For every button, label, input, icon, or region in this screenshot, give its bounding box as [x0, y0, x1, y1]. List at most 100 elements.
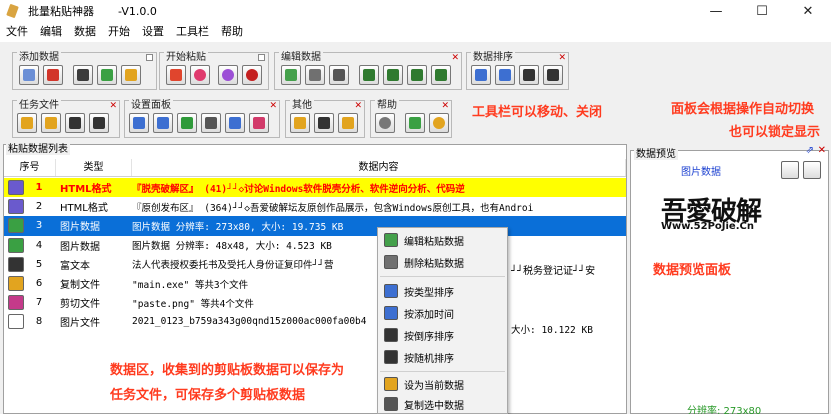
- copy-selected-button[interactable]: [314, 113, 334, 133]
- panel-close-button[interactable]: [249, 113, 269, 133]
- settings-gear-button[interactable]: [375, 113, 395, 133]
- ctx-label: 按类型排序: [404, 287, 454, 299]
- toolbar-close-icon[interactable]: ✕: [109, 101, 117, 111]
- toolbar-close-icon[interactable]: ✕: [441, 101, 449, 111]
- menu-file[interactable]: 文件: [0, 22, 34, 42]
- paste-clipboard-button[interactable]: [338, 113, 358, 133]
- preview-close-icon[interactable]: ✕: [818, 145, 826, 156]
- add-file-button[interactable]: [121, 65, 141, 85]
- move-top-button[interactable]: [359, 65, 379, 85]
- ctx-set-current-item[interactable]: 设为当前数据: [378, 374, 507, 394]
- paste-run-button[interactable]: [166, 65, 186, 85]
- panel-search-button[interactable]: [129, 113, 149, 133]
- row-no: 5: [35, 258, 43, 270]
- clean-button[interactable]: [329, 65, 349, 85]
- menu-start[interactable]: 开始: [102, 22, 136, 42]
- window-title: 批量粘贴神器: [28, 5, 94, 18]
- panel-window-button[interactable]: [201, 113, 221, 133]
- sort-random-button[interactable]: [543, 65, 563, 85]
- add-text-button[interactable]: [73, 65, 93, 85]
- toolbar-task-file-title: 任务文件: [17, 100, 61, 112]
- header-type[interactable]: 类型: [56, 159, 132, 176]
- maximize-button[interactable]: ☐: [739, 0, 785, 22]
- open-task-button[interactable]: [41, 113, 61, 133]
- delete-button[interactable]: [305, 65, 325, 85]
- save-task-button[interactable]: [65, 113, 85, 133]
- ctx-copy-selected-item[interactable]: 复制选中数据: [378, 394, 507, 414]
- table-row[interactable]: 1 HTML格式 『脱壳破解区』 (41)┘┘◇讨论Windows软件脱壳分析、…: [4, 178, 626, 198]
- row-no: 4: [35, 239, 43, 251]
- row-content: 法人代表授权委托书及受托人身份证复印件┘┘营: [132, 260, 334, 272]
- pin-icon[interactable]: ⇗: [806, 145, 814, 156]
- ctx-sort-random-item[interactable]: 按随机排序: [378, 347, 507, 367]
- menu-toolbar[interactable]: 工具栏: [170, 22, 215, 42]
- feedback-button[interactable]: [429, 113, 449, 133]
- row-content: 图片数据 分辨率: 273x80, 大小: 19.735 KB: [132, 221, 344, 233]
- add-picture-button[interactable]: [97, 65, 117, 85]
- header-content[interactable]: 数据内容: [132, 159, 626, 176]
- minimize-button[interactable]: —: [693, 0, 739, 22]
- preview-copy-button[interactable]: [803, 161, 821, 179]
- toolbar-settings-panel[interactable]: 设置面板 ✕: [124, 100, 280, 138]
- panel-edit-button[interactable]: [225, 113, 245, 133]
- row-type: 图片数据: [60, 241, 100, 253]
- ctx-edit-item[interactable]: 编辑粘贴数据: [378, 230, 507, 250]
- header-no[interactable]: 序号: [4, 159, 56, 176]
- paste-stop-button[interactable]: [190, 65, 210, 85]
- sort-type-button[interactable]: [471, 65, 491, 85]
- table-row[interactable]: 3 图片数据 图片数据 分辨率: 273x80, 大小: 19.735 KB: [4, 216, 626, 236]
- paste-record-button[interactable]: [242, 65, 262, 85]
- move-up-button[interactable]: [383, 65, 403, 85]
- row-no: 8: [35, 316, 43, 328]
- new-task-button[interactable]: [17, 113, 37, 133]
- toolbar-close-icon[interactable]: ✕: [451, 53, 459, 63]
- ctx-delete-item[interactable]: 删除粘贴数据: [378, 252, 507, 272]
- toolbar-add-data-title: 添加数据: [17, 52, 61, 64]
- about-button[interactable]: [405, 113, 425, 133]
- toolbar-grip-icon[interactable]: [258, 54, 265, 61]
- row-no: 3: [35, 220, 43, 232]
- save-as-task-button[interactable]: [89, 113, 109, 133]
- toolbar-close-icon[interactable]: ✕: [354, 101, 362, 111]
- panel-refresh-button[interactable]: [177, 113, 197, 133]
- toolbar-task-file[interactable]: 任务文件 ✕: [12, 100, 120, 138]
- row-type: 剪切文件: [60, 299, 100, 311]
- toolbar-edit-data[interactable]: 编辑数据 ✕: [274, 52, 462, 90]
- toolbar-add-data[interactable]: 添加数据: [12, 52, 157, 90]
- toolbar-help[interactable]: 帮助 ✕: [370, 100, 452, 138]
- menu-data[interactable]: 数据: [68, 22, 102, 42]
- table-row[interactable]: 2 HTML格式 『原创发布区』 (364)┘┘◇吾爱破解坛友原创作品展示，包含…: [4, 197, 626, 216]
- toolbar-close-icon[interactable]: ✕: [269, 101, 277, 111]
- add-image-button[interactable]: [19, 65, 39, 85]
- ctx-sort-type-item[interactable]: 按类型排序: [378, 281, 507, 301]
- menu-settings[interactable]: 设置: [136, 22, 170, 42]
- sort-reverse-button[interactable]: [519, 65, 539, 85]
- sort-time-button[interactable]: [495, 65, 515, 85]
- ctx-sort-reverse-item[interactable]: 按倒序排序: [378, 325, 507, 345]
- toolbar-sort-data[interactable]: 数据排序 ✕: [466, 52, 569, 90]
- preview-save-button[interactable]: [781, 161, 799, 179]
- toolbar-grip-icon[interactable]: [146, 54, 153, 61]
- toolbar-start-paste[interactable]: 开始粘贴: [159, 52, 269, 90]
- close-button[interactable]: ✕: [785, 0, 831, 22]
- move-down-button[interactable]: [407, 65, 427, 85]
- list-caption: 粘贴数据列表: [6, 140, 70, 155]
- table-row[interactable]: 7 剪切文件 "paste.png" 等共4个文件: [4, 293, 626, 312]
- menu-help[interactable]: 帮助: [215, 22, 249, 42]
- move-bottom-button[interactable]: [431, 65, 451, 85]
- ctx-sort-time-item[interactable]: 按添加时间: [378, 303, 507, 323]
- row-type: 富文本: [60, 260, 90, 272]
- row-content: "paste.png" 等共4个文件: [132, 298, 254, 310]
- set-current-button[interactable]: [290, 113, 310, 133]
- panel-filter-button[interactable]: [153, 113, 173, 133]
- toolbar-other[interactable]: 其他 ✕: [285, 100, 365, 138]
- toolbar-other-title: 其他: [290, 100, 314, 112]
- edit-button[interactable]: [281, 65, 301, 85]
- menu-edit[interactable]: 编辑: [34, 22, 68, 42]
- table-row[interactable]: 4 图片数据 图片数据 分辨率: 48x48, 大小: 4.523 KB: [4, 236, 626, 255]
- context-menu[interactable]: 编辑粘贴数据 删除粘贴数据 按类型排序 按添加时间 按倒序排序 按随机排序 设为…: [377, 227, 508, 414]
- paste-loop-button[interactable]: [218, 65, 238, 85]
- toolbar-close-icon[interactable]: ✕: [558, 53, 566, 63]
- add-html-button[interactable]: [43, 65, 63, 85]
- preview-panel[interactable]: ⇗ ✕ 图片数据 吾愛破解 Www.52PoJie.Cn 数据预览面板 分辨率:…: [630, 145, 829, 414]
